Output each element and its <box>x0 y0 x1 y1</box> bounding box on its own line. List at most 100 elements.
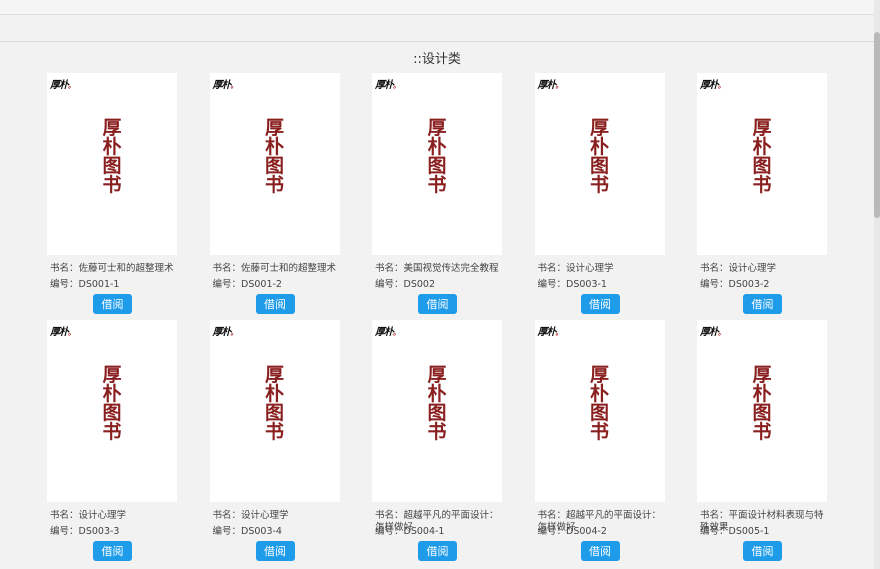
book-cover[interactable]: 厚朴。 厚朴图书 <box>697 320 827 502</box>
cover-logo: 厚朴。 <box>212 323 238 338</box>
book-name-value: 设计心理学 <box>78 510 127 521</box>
book-id-value: DS005-1 <box>728 526 770 537</box>
book-id-value: DS004-1 <box>403 526 445 537</box>
book-name-value: 设计心理学 <box>728 263 777 274</box>
book-card: 厚朴。 厚朴图书 书名：超越平凡的平面设计：怎样做好 编号：DS004-1 借阅 <box>369 320 531 567</box>
cover-logo-dot: 。 <box>68 81 75 90</box>
borrow-button[interactable]: 借阅 <box>255 541 295 561</box>
cover-logo-dot: 。 <box>230 328 238 337</box>
book-cover[interactable]: 厚朴。 厚朴图书 <box>372 73 502 255</box>
book-cover[interactable]: 厚朴。 厚朴图书 <box>697 73 827 255</box>
book-name-value: 美国视觉传达完全教程 <box>403 263 499 274</box>
cover-logo-text: 厚朴 <box>50 80 69 91</box>
cover-logo-text: 厚朴 <box>212 80 232 91</box>
cover-title: 厚朴图书 <box>752 364 772 443</box>
cover-logo: 厚朴。 <box>375 76 400 91</box>
book-id-prefix: 编号： <box>537 279 567 290</box>
book-name: 书名：设计心理学 <box>538 263 666 275</box>
borrow-button[interactable]: 借阅 <box>743 541 782 561</box>
book-id-prefix: 编号： <box>537 526 567 537</box>
book-name-prefix: 书名： <box>537 263 567 274</box>
book-grid: 厚朴。 厚朴图书 书名：佐藤可士和的超整理术 编号：DS001-1 借阅 厚朴。… <box>44 73 834 567</box>
book-id-prefix: 编号： <box>50 279 79 290</box>
book-name-value: 设计心理学 <box>566 263 614 274</box>
book-id: 编号：DS003-2 <box>700 279 828 291</box>
vertical-scrollbar[interactable] <box>874 0 880 569</box>
book-id-value: DS003-2 <box>728 279 770 290</box>
book-card: 厚朴。 厚朴图书 书名：佐藤可士和的超整理术 编号：DS001-1 借阅 <box>44 73 206 320</box>
book-id: 编号：DS001-1 <box>50 279 178 291</box>
cover-title: 厚朴图书 <box>264 364 284 443</box>
category-title: ::设计类 <box>413 52 461 67</box>
book-id-prefix: 编号： <box>50 526 79 537</box>
book-card: 厚朴。 厚朴图书 书名：设计心理学 编号：DS003-3 借阅 <box>44 320 206 567</box>
cover-logo: 厚朴。 <box>375 323 400 338</box>
cover-logo-text: 厚朴 <box>537 327 557 338</box>
book-cover[interactable]: 厚朴。 厚朴图书 <box>372 320 502 502</box>
book-card: 厚朴。 厚朴图书 书名：美国视觉传达完全教程 编号：DS002 借阅 <box>369 73 531 320</box>
book-name-prefix: 书名： <box>700 263 729 274</box>
book-cover[interactable]: 厚朴。 厚朴图书 <box>47 73 177 255</box>
cover-title: 厚朴图书 <box>589 364 609 443</box>
book-name-prefix: 书名： <box>50 510 79 521</box>
borrow-button[interactable]: 借阅 <box>580 294 620 314</box>
book-cover[interactable]: 厚朴。 厚朴图书 <box>534 320 665 502</box>
cover-logo: 厚朴。 <box>537 323 563 338</box>
book-id-value: DS001-2 <box>241 279 282 290</box>
borrow-button[interactable]: 借阅 <box>255 294 295 314</box>
book-name: 书名：美国视觉传达完全教程 <box>375 263 503 275</box>
borrow-button[interactable]: 借阅 <box>743 294 782 314</box>
top-bar <box>0 0 874 15</box>
book-cover[interactable]: 厚朴。 厚朴图书 <box>47 320 177 502</box>
cover-title: 厚朴图书 <box>102 364 122 443</box>
book-name-value: 佐藤可士和的超整理术 <box>241 263 337 274</box>
book-name: 书名：佐藤可士和的超整理术 <box>50 263 178 275</box>
cover-logo-dot: 。 <box>68 328 75 337</box>
book-id-value: DS001-1 <box>78 279 120 290</box>
book-id-prefix: 编号： <box>375 279 404 290</box>
book-name-value: 佐藤可士和的超整理术 <box>78 263 174 274</box>
cover-title: 厚朴图书 <box>752 117 772 196</box>
book-id-value: DS003-1 <box>566 279 607 290</box>
borrow-button[interactable]: 借阅 <box>93 294 132 314</box>
cover-logo-text: 厚朴 <box>537 80 557 91</box>
book-name: 书名：设计心理学 <box>213 510 341 522</box>
cover-logo-text: 厚朴 <box>700 80 719 91</box>
cover-logo-dot: 。 <box>230 81 238 90</box>
cover-logo-dot: 。 <box>718 81 725 90</box>
cover-logo: 厚朴。 <box>700 76 725 91</box>
cover-logo-dot: 。 <box>393 81 400 90</box>
book-id-prefix: 编号： <box>375 526 404 537</box>
book-card: 厚朴。 厚朴图书 书名：超越平凡的平面设计：怎样做好 编号：DS004-2 借阅 <box>532 320 694 567</box>
book-cover[interactable]: 厚朴。 厚朴图书 <box>209 73 340 255</box>
book-id: 编号：DS001-2 <box>213 279 341 291</box>
book-name-prefix: 书名： <box>212 510 242 521</box>
cover-logo-dot: 。 <box>555 81 563 90</box>
book-name: 书名：设计心理学 <box>50 510 178 522</box>
cover-title: 厚朴图书 <box>427 117 447 196</box>
book-name: 书名：设计心理学 <box>700 263 828 275</box>
book-card: 厚朴。 厚朴图书 书名：设计心理学 编号：DS003-1 借阅 <box>532 73 694 320</box>
cover-logo-text: 厚朴 <box>212 327 232 338</box>
borrow-button[interactable]: 借阅 <box>93 541 132 561</box>
cover-logo-text: 厚朴 <box>50 327 69 338</box>
book-id: 编号：DS005-1 <box>700 526 828 538</box>
book-name-prefix: 书名： <box>375 263 404 274</box>
book-name-prefix: 书名： <box>537 510 567 521</box>
cover-logo-dot: 。 <box>718 328 725 337</box>
book-id: 编号：DS004-1 <box>375 526 503 538</box>
borrow-button[interactable]: 借阅 <box>580 541 620 561</box>
cover-logo: 厚朴。 <box>50 323 75 338</box>
cover-logo: 厚朴。 <box>537 76 563 91</box>
book-id: 编号：DS003-1 <box>538 279 666 291</box>
scrollbar-thumb[interactable] <box>874 32 880 218</box>
book-cover[interactable]: 厚朴。 厚朴图书 <box>534 73 665 255</box>
borrow-button[interactable]: 借阅 <box>418 541 457 561</box>
cover-logo-text: 厚朴 <box>375 327 394 338</box>
cover-logo: 厚朴。 <box>700 323 725 338</box>
borrow-button[interactable]: 借阅 <box>418 294 457 314</box>
book-cover[interactable]: 厚朴。 厚朴图书 <box>209 320 340 502</box>
book-id-value: DS003-3 <box>78 526 120 537</box>
book-name-prefix: 书名： <box>212 263 242 274</box>
book-id-prefix: 编号： <box>700 279 729 290</box>
